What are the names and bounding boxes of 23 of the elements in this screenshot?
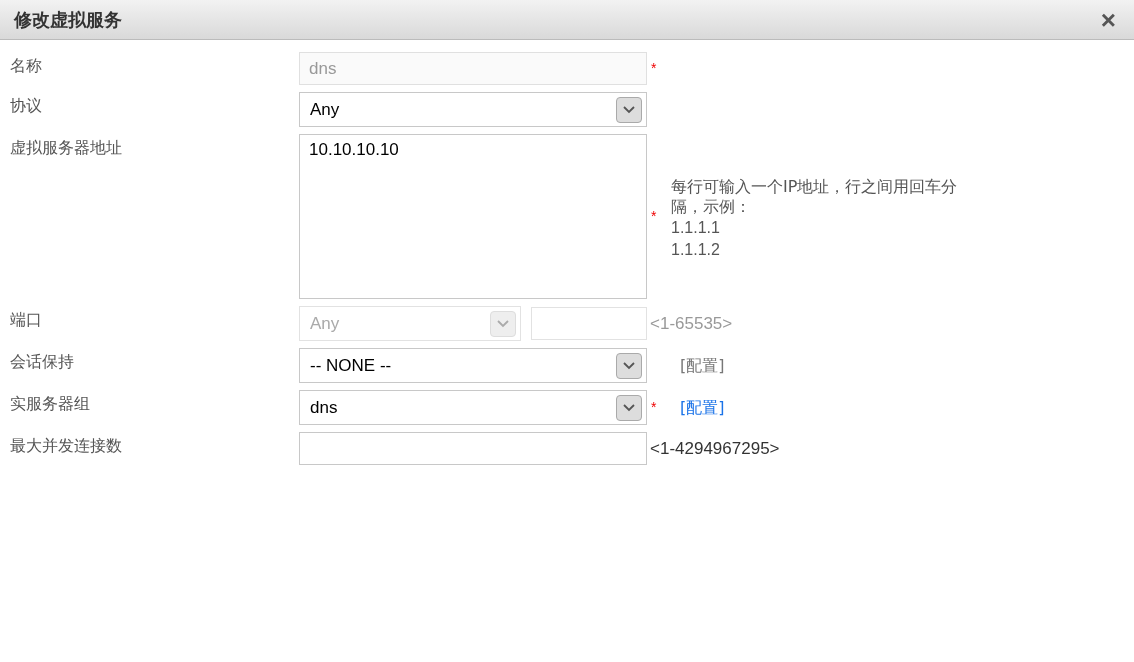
field-label: 实服务器组 (9, 393, 91, 415)
address-textarea[interactable]: 10.10.10.10 (299, 134, 647, 299)
configure-link[interactable]: [配置] (680, 395, 725, 420)
example-address: 1.1.1.2 (671, 239, 721, 260)
select-dropdown[interactable]: dns (299, 390, 647, 425)
required-mark: * (651, 207, 657, 226)
dialog-title: 修改虚拟服务 (14, 8, 122, 32)
required-mark: * (651, 59, 657, 78)
select-dropdown[interactable]: -- NONE -- (299, 348, 647, 383)
select-dropdown[interactable]: Any (299, 92, 647, 127)
text-field[interactable] (299, 432, 647, 465)
field-label: 虚拟服务器地址 (9, 137, 123, 159)
required-mark: * (651, 398, 657, 417)
example-address: 1.1.1.1 (671, 217, 721, 238)
field-label: 名称 (9, 55, 43, 77)
field-label: 会话保持 (9, 351, 75, 373)
field-label: 协议 (9, 95, 43, 117)
range-hint: <1-65535> (650, 312, 733, 335)
range-hint: <1-4294967295> (650, 437, 780, 460)
address-hint: 每行可输入一个IP地址，行之间用回车分隔，示例： (671, 176, 959, 217)
field-label: 端口 (9, 309, 43, 331)
field-label: 最大并发连接数 (9, 435, 123, 457)
close-button[interactable]: × (1100, 6, 1120, 33)
